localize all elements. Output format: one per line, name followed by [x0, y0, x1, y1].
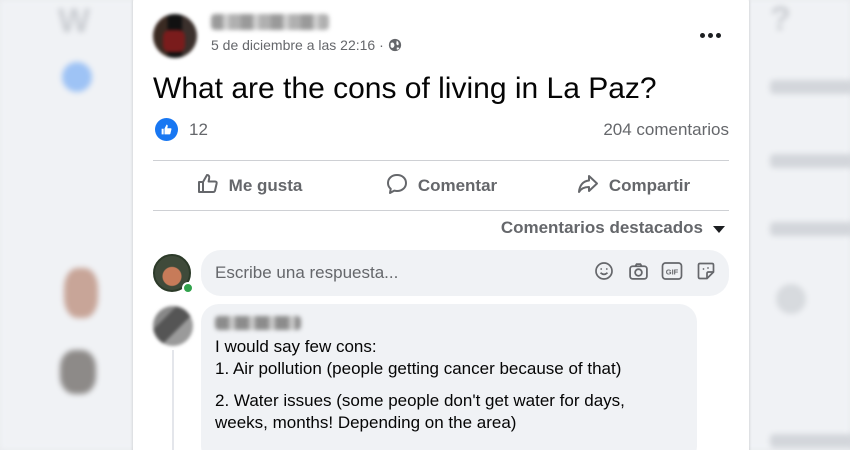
divider — [153, 210, 729, 211]
share-icon — [576, 172, 600, 201]
like-badge-icon[interactable] — [155, 118, 178, 141]
author-name-redacted[interactable] — [211, 14, 329, 30]
background-text-line — [770, 80, 850, 94]
emoji-icon[interactable] — [593, 260, 615, 282]
comment-line: I would say few cons: — [215, 337, 377, 356]
reaction-summary: 12 204 comentarios — [155, 118, 729, 142]
sticker-icon[interactable] — [695, 260, 717, 282]
background-avatar — [60, 350, 96, 394]
reply-row: Escribe una respuesta... GIF — [153, 250, 729, 296]
share-button[interactable]: Compartir — [537, 162, 729, 210]
divider — [153, 160, 729, 161]
comment-count[interactable]: 204 comentarios — [603, 120, 729, 140]
comment-line: 2. Water issues (some people don't get w… — [215, 391, 625, 410]
background-title-fragment: W — [58, 2, 91, 40]
caret-down-icon — [713, 226, 725, 233]
gif-icon[interactable]: GIF — [661, 260, 683, 282]
like-label: Me gusta — [228, 176, 303, 195]
reply-placeholder: Escribe una respuesta... — [215, 263, 399, 282]
globe-icon — [388, 38, 402, 52]
thread-line — [172, 350, 174, 450]
like-count[interactable]: 12 — [189, 120, 208, 140]
comment-button[interactable]: Comentar — [345, 162, 537, 210]
comment-line: 1. Air pollution (people getting cancer … — [215, 359, 622, 378]
post-meta: 5 de diciembre a las 22:16 · — [211, 37, 402, 53]
post-header: 5 de diciembre a las 22:16 · — [153, 14, 729, 58]
camera-icon[interactable] — [627, 260, 649, 282]
background-title-fragment: ? — [770, 0, 791, 38]
background-text-line — [770, 222, 850, 236]
online-status-indicator — [182, 282, 194, 294]
like-icon — [196, 172, 220, 201]
comment-bubble: I would say few cons: 1. Air pollution (… — [201, 304, 697, 450]
background-text-line — [770, 434, 850, 448]
comments-sort-dropdown[interactable]: Comentarios destacados — [501, 218, 725, 238]
post-text: What are the cons of living in La Paz? — [153, 72, 657, 105]
background-avatar — [64, 268, 98, 318]
comments-sort-label: Comentarios destacados — [500, 218, 703, 237]
background-avatar — [62, 62, 92, 92]
post-timestamp[interactable]: 5 de diciembre a las 22:16 · — [211, 37, 384, 53]
reply-tools: GIF — [593, 260, 717, 282]
background-text-line — [770, 154, 850, 168]
post-actions: Me gusta Comentar Compartir — [153, 162, 729, 210]
comment-label: Comentar — [417, 176, 498, 195]
background-avatar — [776, 284, 806, 314]
author-avatar[interactable] — [153, 14, 197, 58]
reply-input[interactable]: Escribe una respuesta... GIF — [201, 250, 729, 296]
more-icon[interactable] — [693, 18, 727, 52]
comment-line: weeks, months! Depending on the area) — [215, 413, 517, 432]
svg-text:GIF: GIF — [666, 268, 679, 277]
share-label: Compartir — [608, 176, 691, 195]
comment-icon — [385, 172, 409, 201]
commenter-avatar[interactable] — [153, 306, 193, 346]
commenter-name-redacted[interactable] — [215, 316, 301, 330]
like-button[interactable]: Me gusta — [153, 162, 345, 210]
post-card: 5 de diciembre a las 22:16 · What are th… — [133, 0, 749, 450]
